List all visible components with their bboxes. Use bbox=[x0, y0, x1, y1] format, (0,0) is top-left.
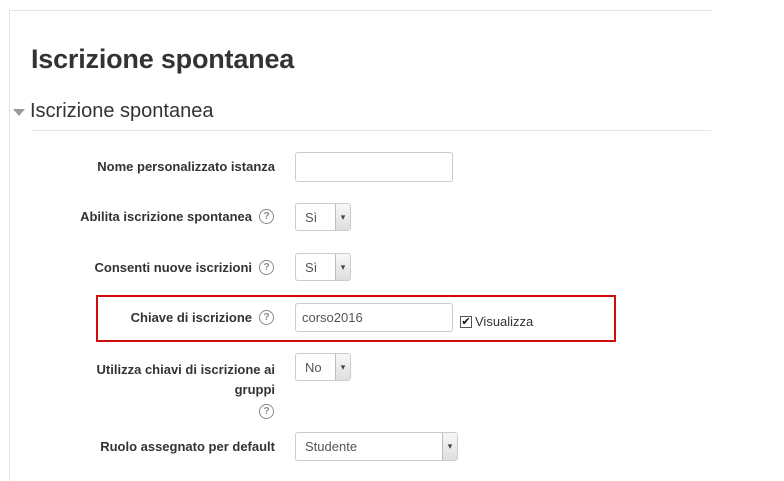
show-key-label[interactable]: Visualizza bbox=[475, 314, 533, 329]
group-keys-label-line1: Utilizza chiavi di iscrizione ai bbox=[96, 362, 275, 377]
show-key-checkbox[interactable]: ✔ bbox=[460, 316, 472, 328]
group-keys-select[interactable]: No ▾ bbox=[295, 353, 351, 381]
enrol-key-input[interactable] bbox=[295, 303, 453, 332]
section-divider bbox=[31, 130, 711, 131]
form-panel bbox=[9, 10, 712, 481]
help-icon[interactable]: ? bbox=[259, 310, 274, 325]
collapse-caret-icon[interactable] bbox=[13, 109, 25, 116]
help-icon[interactable]: ? bbox=[259, 404, 274, 419]
chevron-down-icon: ▾ bbox=[335, 354, 350, 380]
custom-name-label: Nome personalizzato istanza bbox=[97, 159, 275, 174]
allow-new-label: Consenti nuove iscrizioni bbox=[94, 260, 252, 275]
custom-name-input[interactable] bbox=[295, 152, 453, 182]
enable-select-value: Sì bbox=[305, 209, 318, 225]
default-role-select-value: Studente bbox=[305, 439, 358, 454]
enable-label: Abilita iscrizione spontanea bbox=[80, 209, 252, 224]
allow-new-select[interactable]: Sì ▾ bbox=[295, 253, 351, 281]
group-keys-select-value: No bbox=[305, 359, 322, 375]
enable-select[interactable]: Sì ▾ bbox=[295, 203, 351, 231]
allow-new-select-value: Sì bbox=[305, 259, 318, 275]
help-icon[interactable]: ? bbox=[259, 260, 274, 275]
group-keys-label: Utilizza chiavi di iscrizione ai gruppi bbox=[97, 360, 275, 400]
page-title: Iscrizione spontanea bbox=[31, 44, 295, 74]
chevron-down-icon: ▾ bbox=[335, 254, 350, 280]
enrol-key-label: Chiave di iscrizione bbox=[130, 310, 252, 325]
section-legend[interactable]: Iscrizione spontanea bbox=[13, 100, 213, 123]
group-keys-label-line2: gruppi bbox=[234, 382, 275, 397]
chevron-down-icon: ▾ bbox=[442, 433, 457, 460]
chevron-down-icon: ▾ bbox=[335, 204, 350, 230]
default-role-label: Ruolo assegnato per default bbox=[100, 439, 275, 454]
default-role-select[interactable]: Studente ▾ bbox=[295, 432, 458, 461]
help-icon[interactable]: ? bbox=[259, 209, 274, 224]
section-legend-label: Iscrizione spontanea bbox=[30, 100, 214, 122]
